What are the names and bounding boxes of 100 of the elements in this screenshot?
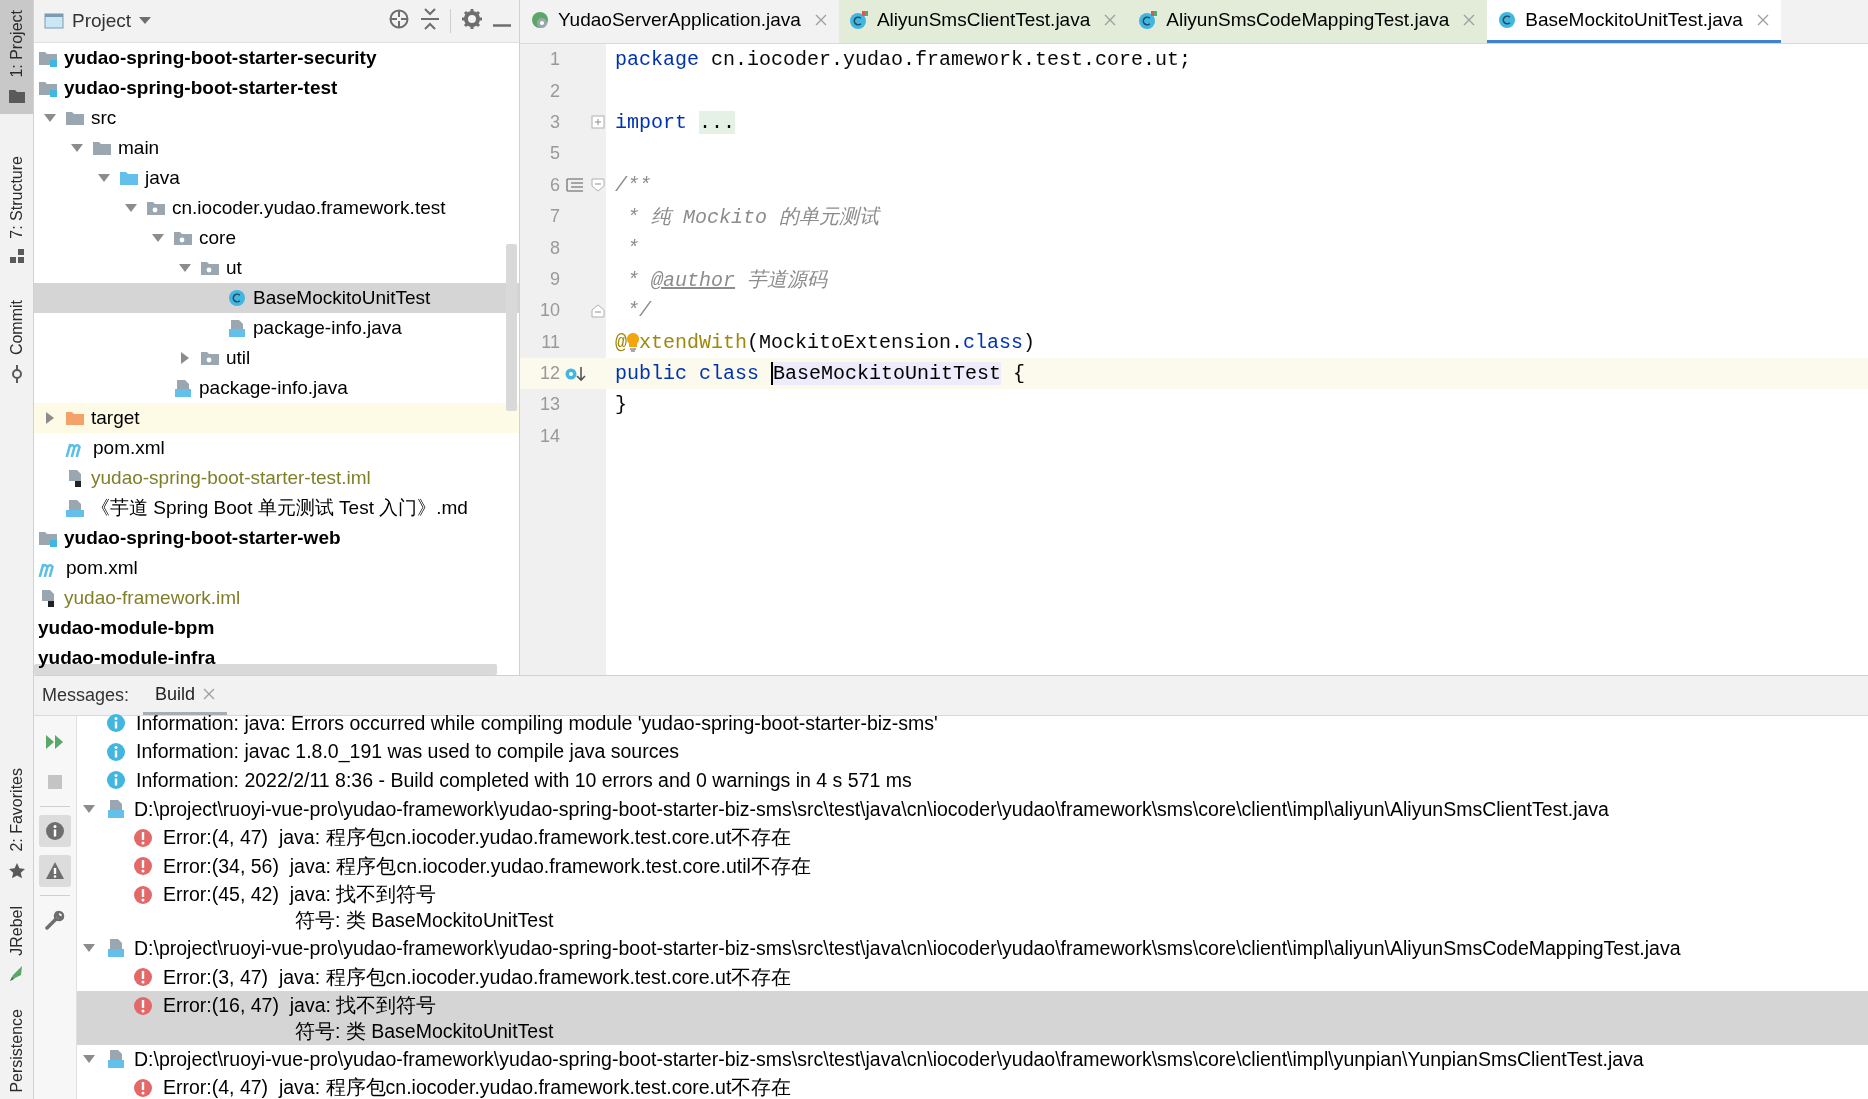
code-line: */: [626, 299, 651, 323]
app-class-icon: [530, 10, 550, 30]
tree-item[interactable]: core: [34, 223, 519, 253]
toolbar-button[interactable]: [39, 815, 71, 847]
code-line: public class BaseMockitoUnitTest {: [615, 362, 1026, 386]
code-line: *: [626, 236, 639, 260]
scrollbar-thumb[interactable]: [506, 244, 517, 411]
tree-item[interactable]: package-info.java: [34, 313, 519, 343]
package-icon: [200, 349, 220, 367]
line-number: 5: [549, 143, 560, 165]
editor-tab[interactable]: BaseMockitoUnitTest.java: [1487, 0, 1781, 43]
line-number: 7: [549, 206, 560, 228]
test-class-icon: [1138, 10, 1159, 30]
error-icon: [133, 856, 153, 877]
line-number: 6: [549, 174, 560, 196]
message-item[interactable]: D:\project\ruoyi-vue-pro\yudao-framework\yudao-spring-boot-starter-biz-sms\src\test\java\cn\iocoder\yudao\framework\sms\core\client\impl\aliyun\AliyunSmsCodeMappingTest.java: [77, 934, 1868, 963]
code-line: }: [615, 393, 627, 417]
tree-item[interactable]: package-info.java: [34, 373, 519, 403]
line-number: 8: [549, 237, 560, 259]
close-icon: [1104, 14, 1117, 26]
class-icon: [1497, 10, 1518, 30]
message-item[interactable]: D:\project\ruoyi-vue-pro\yudao-framework\yudao-spring-boot-starter-biz-sms\src\test\java\cn\iocoder\yudao\framework\sms\core\client\impl\aliyun\AliyunSmsClientTest.java: [77, 794, 1868, 824]
message-item[interactable]: Error:(4, 47) java: 程序包cn.iocoder.yudao.framework.test.core.ut不存在: [77, 1073, 1868, 1099]
code-line: xtendWith(MockitoExtension.class): [639, 330, 1036, 354]
collapse-icon: [420, 7, 440, 30]
panel-icon: [44, 12, 64, 30]
folder-icon: [65, 109, 85, 127]
run-test-icon: [564, 364, 586, 383]
line-number: 3: [549, 111, 560, 133]
tool-window-tab[interactable]: 1: Project: [0, 0, 33, 114]
editor-tab[interactable]: YudaoServerApplication.java: [520, 0, 839, 43]
code-line: * 纯 Mockito 的单元测试: [626, 205, 880, 231]
settings-icon: [461, 7, 483, 30]
tree-item[interactable]: util: [34, 343, 519, 373]
tree-item[interactable]: yudao-spring-boot-starter-test: [34, 73, 519, 103]
tree-item[interactable]: java: [34, 163, 519, 193]
tree-item[interactable]: yudao-module-bpm: [34, 613, 519, 643]
tool-window-tab[interactable]: JRebel: [0, 899, 33, 990]
editor-tab[interactable]: AliyunSmsCodeMappingTest.java: [1128, 0, 1488, 43]
message-item[interactable]: Error:(3, 47) java: 程序包cn.iocoder.yudao.framework.test.core.ut不存在: [77, 962, 1868, 992]
tree-item[interactable]: 《芋道 Spring Boot 单元测试 Test 入门》.md: [34, 493, 519, 523]
folder-icon: [7, 87, 26, 104]
tree-item[interactable]: pom.xml: [34, 433, 519, 463]
toolbar-button[interactable]: [39, 855, 71, 887]
class-icon: [227, 289, 247, 307]
code-line: package cn.iocoder.yudao.framework.test.core.ut;: [615, 48, 1192, 72]
package-icon: [200, 259, 220, 277]
tree-item[interactable]: yudao-framework.iml: [34, 583, 519, 613]
message-item[interactable]: Error:(34, 56) java: 程序包cn.iocoder.yudao.framework.test.core.util不存在: [77, 851, 1868, 881]
close-icon: [1463, 14, 1476, 26]
warning-icon: [45, 861, 65, 881]
error-icon: [133, 967, 153, 988]
line-number: 14: [538, 425, 560, 447]
tree-item[interactable]: ut: [34, 253, 519, 283]
folder-icon: [92, 139, 112, 157]
rendered-doc-icon: [566, 177, 584, 194]
panel-label: Messages:: [41, 684, 131, 707]
tree-item[interactable]: yudao-spring-boot-starter-web: [34, 523, 519, 553]
error-icon: [133, 995, 153, 1016]
module-folder-icon: [38, 529, 58, 547]
java-file-icon: [106, 938, 126, 959]
code-line: @: [615, 330, 627, 354]
project-view-dropdown[interactable]: Project: [40, 8, 156, 34]
tree-item[interactable]: yudao-spring-boot-starter-test.iml: [34, 463, 519, 493]
tool-window-tab[interactable]: 2: Favorites: [0, 762, 33, 886]
tool-window-tab[interactable]: 7: Structure: [0, 145, 33, 275]
message-item[interactable]: D:\project\ruoyi-vue-pro\yudao-framework\yudao-spring-boot-starter-biz-sms\src\test\java\cn\iocoder\yudao\framework\sms\core\client\impl\yunpian\YunpianSmsClientTest.java: [77, 1044, 1868, 1074]
tool-window-tab[interactable]: Commit: [0, 290, 33, 394]
tree-item[interactable]: target: [34, 403, 519, 433]
tree-item[interactable]: yudao-module-infra: [34, 643, 519, 673]
tree-item[interactable]: BaseMockitoUnitTest: [34, 283, 519, 313]
java-file-icon: [106, 1049, 126, 1070]
java-file-icon: [106, 799, 126, 820]
info-icon: [106, 770, 126, 791]
stop-icon: [47, 774, 63, 790]
editor-tab[interactable]: AliyunSmsClientTest.java: [838, 0, 1129, 43]
tree-item[interactable]: src: [34, 103, 519, 133]
line-number: 12: [538, 363, 560, 385]
message-item[interactable]: Error:(45, 42) java: 找不到符号 符号: 类 BaseMockitoUnitTest: [77, 880, 1868, 935]
java-file-icon: [227, 319, 247, 337]
module-folder-icon: [38, 79, 58, 97]
message-item[interactable]: Information: 2022/2/11 8:36 - Build completed with 10 errors and 0 warnings in 4 s 571 ms: [77, 766, 1868, 795]
line-number: 10: [538, 300, 560, 322]
star-icon: [7, 861, 26, 880]
message-item[interactable]: Error:(4, 47) java: 程序包cn.iocoder.yudao.framework.test.core.ut不存在: [77, 823, 1868, 852]
folder-icon: [65, 409, 85, 427]
message-item[interactable]: Information: javac 1.8.0_191 was used to compile java sources: [77, 737, 1868, 767]
message-item[interactable]: Error:(16, 47) java: 找不到符号 符号: 类 BaseMockitoUnitTest: [77, 991, 1868, 1045]
line-number: 1: [549, 49, 560, 71]
tree-item[interactable]: pom.xml: [34, 553, 519, 583]
info-icon: [106, 713, 126, 734]
panel-tab[interactable]: Build: [143, 676, 228, 715]
line-number: 9: [549, 268, 560, 290]
java-file-icon: [173, 379, 193, 397]
tree-item[interactable]: yudao-spring-boot-starter-security: [34, 43, 519, 73]
crosshair-icon: [388, 7, 410, 30]
close-icon: [814, 14, 827, 26]
tool-window-tab[interactable]: Persistence: [0, 1003, 33, 1099]
tree-item[interactable]: cn.iocoder.yudao.framework.test: [34, 193, 519, 223]
tree-item[interactable]: main: [34, 133, 519, 163]
